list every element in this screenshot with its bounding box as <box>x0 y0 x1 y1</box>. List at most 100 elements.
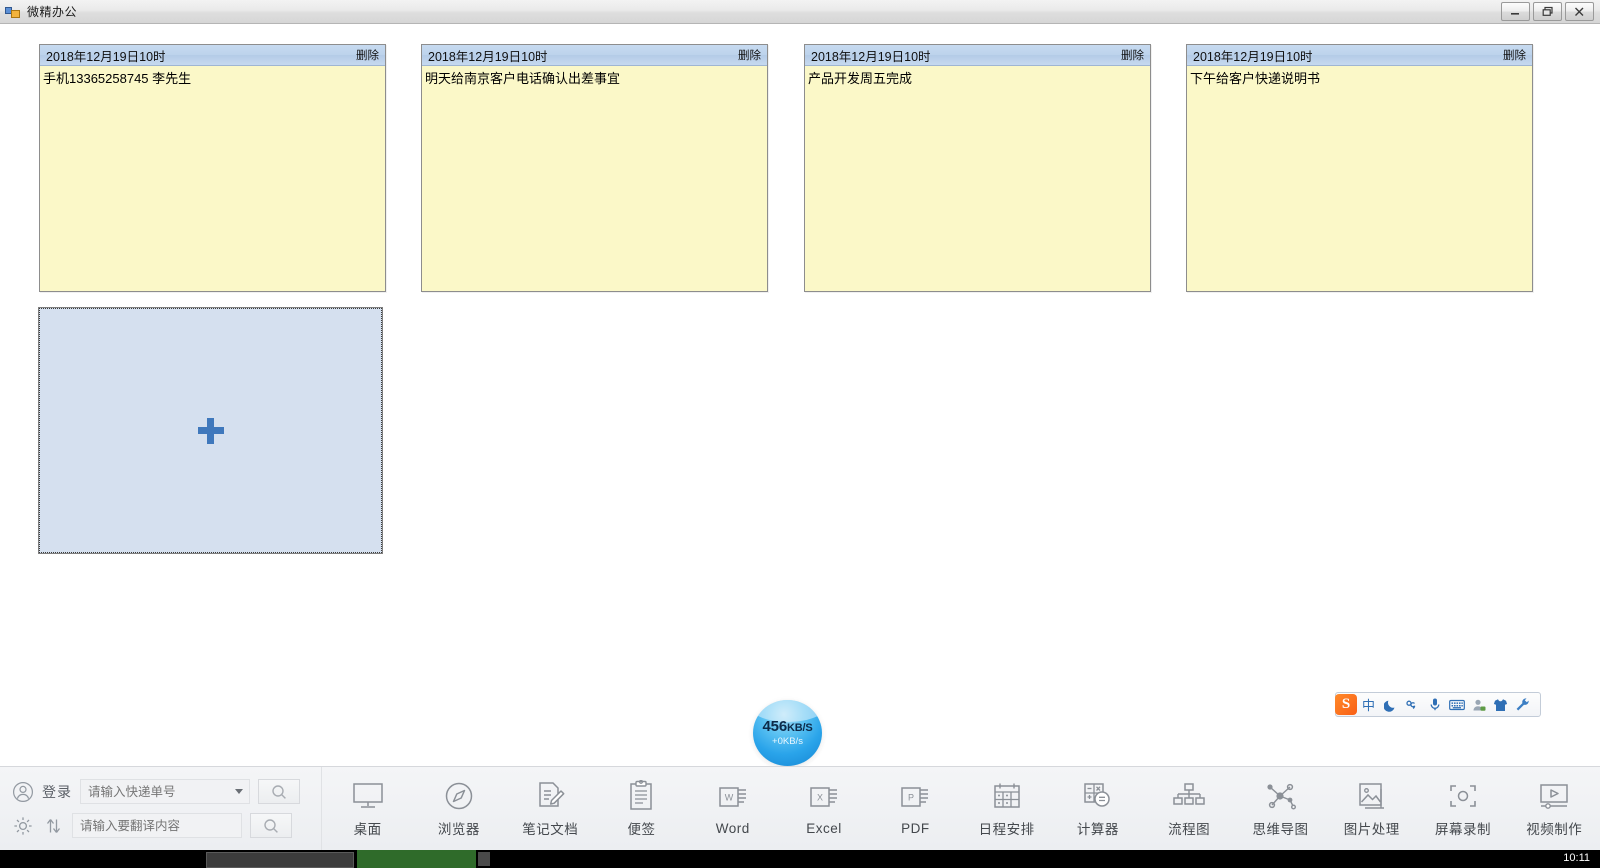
clipboard-icon <box>627 779 655 813</box>
note-text[interactable]: 产品开发周五完成 <box>805 66 1150 290</box>
skin-icon[interactable] <box>1490 694 1511 715</box>
window-controls <box>1501 2 1594 21</box>
login-row: 登录 <box>12 778 321 806</box>
tool-item-browser[interactable]: 浏览器 <box>413 767 504 850</box>
tool-label: 浏览器 <box>437 822 480 837</box>
calculator-icon <box>1082 779 1114 813</box>
tool-label: 日程安排 <box>978 822 1035 837</box>
translate-field-wrap <box>72 813 242 838</box>
tool-item-sticky-note[interactable]: 便签 <box>596 767 687 850</box>
tool-label: Word <box>715 820 750 836</box>
note-card[interactable]: 2018年12月19日10时 删除 明天给南京客户电话确认出差事宜 <box>421 44 768 292</box>
chinese-mode-icon[interactable]: 中 <box>1358 694 1379 715</box>
add-note-button[interactable] <box>38 307 383 554</box>
tool-item-flowchart[interactable]: 流程图 <box>1144 767 1235 850</box>
translate-row <box>12 812 321 840</box>
moon-icon[interactable] <box>1380 694 1401 715</box>
image-icon <box>1357 779 1387 813</box>
tool-item-mindmap[interactable]: 思维导图 <box>1235 767 1326 850</box>
translate-input[interactable] <box>72 813 242 838</box>
tool-label: PDF <box>901 820 930 836</box>
restore-button[interactable] <box>1533 2 1562 21</box>
note-header: 2018年12月19日10时 删除 <box>805 45 1150 66</box>
notes-workspace: 2018年12月19日10时 删除 手机13365258745 李先生 2018… <box>0 24 1600 766</box>
tool-label: 屏幕录制 <box>1435 822 1492 837</box>
screen-record-icon <box>1447 779 1479 813</box>
bottom-toolbar: 登录 请输入快递单号 请输入要翻译内容 桌面 浏览器 笔记文档 便签 W Wor… <box>0 766 1600 850</box>
toolbox-icon[interactable] <box>1512 694 1533 715</box>
note-text[interactable]: 手机13365258745 李先生 <box>40 66 385 290</box>
network-speed-widget[interactable]: 456KB/S +0KB/s <box>753 700 822 766</box>
tool-label: 笔记文档 <box>522 822 579 837</box>
note-card[interactable]: 2018年12月19日10时 删除 手机13365258745 李先生 <box>39 44 386 292</box>
window-titlebar: 微精办公 <box>0 0 1600 24</box>
netspeed-download: 456KB/S <box>763 719 813 734</box>
tool-item-video[interactable]: 视频制作 <box>1509 767 1600 850</box>
close-button[interactable] <box>1565 2 1594 21</box>
tool-item-desktop[interactable]: 桌面 <box>322 767 413 850</box>
translate-icon[interactable] <box>42 816 64 836</box>
note-card[interactable]: 2018年12月19日10时 删除 下午给客户快递说明书 <box>1186 44 1533 292</box>
toolbar-left-panel: 登录 <box>0 767 322 850</box>
netspeed-upload: +0KB/s <box>772 736 803 748</box>
taskbar-item[interactable] <box>206 852 354 868</box>
punctuation-icon[interactable] <box>1402 694 1423 715</box>
window-title: 微精办公 <box>27 5 78 19</box>
express-field-wrap <box>80 779 250 804</box>
netspeed-unit: KB/S <box>786 722 813 735</box>
sogou-logo-icon[interactable]: S <box>1335 693 1357 715</box>
tool-label: 桌面 <box>353 822 382 837</box>
svg-text:W: W <box>725 792 734 802</box>
tool-item-notes-doc[interactable]: 笔记文档 <box>505 767 596 850</box>
pdf-icon: P <box>899 782 931 816</box>
os-taskbar: 10:11 <box>0 850 1600 868</box>
note-header: 2018年12月19日10时 删除 <box>1187 45 1532 66</box>
video-icon <box>1538 779 1570 813</box>
note-card[interactable]: 2018年12月19日10时 删除 产品开发周五完成 <box>804 44 1151 292</box>
note-text[interactable]: 下午给客户快递说明书 <box>1187 66 1532 290</box>
note-header: 2018年12月19日10时 删除 <box>422 45 767 66</box>
tool-item-pdf[interactable]: P PDF <box>870 767 961 850</box>
netspeed-value: 456 <box>762 718 788 736</box>
login-label[interactable]: 登录 <box>42 782 72 802</box>
note-date: 2018年12月19日10时 <box>811 49 931 64</box>
tool-label: 计算器 <box>1076 822 1119 837</box>
mindmap-icon <box>1264 779 1297 813</box>
user-circle-icon[interactable] <box>12 781 34 803</box>
note-pencil-icon <box>534 779 566 813</box>
taskbar-item[interactable] <box>478 852 490 866</box>
tool-label: Excel <box>806 820 842 836</box>
tool-item-calendar[interactable]: 日程安排 <box>961 767 1052 850</box>
tool-item-word[interactable]: W Word <box>687 767 778 850</box>
keyboard-icon[interactable] <box>1446 694 1467 715</box>
taskbar-item-active[interactable] <box>357 850 476 868</box>
excel-icon: X <box>808 782 840 816</box>
tool-label: 图片处理 <box>1343 822 1400 837</box>
translate-search-button[interactable] <box>250 813 292 838</box>
chevron-down-icon[interactable] <box>235 789 243 794</box>
gear-icon[interactable] <box>12 815 34 837</box>
note-text[interactable]: 明天给南京客户电话确认出差事宜 <box>422 66 767 290</box>
note-date: 2018年12月19日10时 <box>428 49 548 64</box>
toolbar-app-list: 桌面 浏览器 笔记文档 便签 W Word X Excel P PDF 日程安排… <box>322 767 1600 850</box>
note-delete-button[interactable]: 删除 <box>738 47 761 63</box>
express-number-input[interactable] <box>80 779 250 804</box>
tool-item-calculator[interactable]: 计算器 <box>1052 767 1143 850</box>
note-delete-button[interactable]: 删除 <box>1503 47 1526 63</box>
ime-toolbar[interactable]: S 中 <box>1335 692 1541 717</box>
tool-item-screen-record[interactable]: 屏幕录制 <box>1417 767 1508 850</box>
minimize-button[interactable] <box>1501 2 1530 21</box>
microphone-icon[interactable] <box>1424 694 1445 715</box>
tool-label: 思维导图 <box>1252 822 1309 837</box>
taskbar-clock[interactable]: 10:11 <box>1563 852 1590 864</box>
word-icon: W <box>717 782 749 816</box>
flowchart-icon <box>1173 779 1205 813</box>
user-icon[interactable] <box>1468 694 1489 715</box>
note-delete-button[interactable]: 删除 <box>356 47 379 63</box>
compass-icon <box>443 779 475 813</box>
note-header: 2018年12月19日10时 删除 <box>40 45 385 66</box>
note-delete-button[interactable]: 删除 <box>1121 47 1144 63</box>
tool-item-excel[interactable]: X Excel <box>778 767 869 850</box>
express-search-button[interactable] <box>258 779 300 804</box>
tool-item-image[interactable]: 图片处理 <box>1326 767 1417 850</box>
